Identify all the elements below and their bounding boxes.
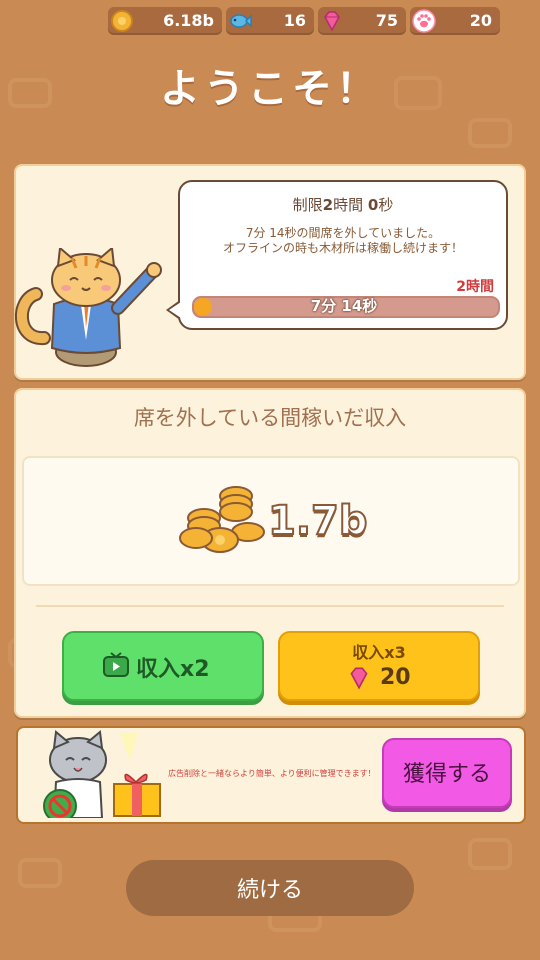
fish-counter[interactable]: 16 [226,7,314,35]
double-income-button[interactable]: 収入x2 [62,631,264,701]
fish-value: 16 [283,11,306,30]
page-title: ようこそ！ [160,66,380,112]
away-duration-text: 7分 14秒の間席を外していました。 [245,226,441,240]
offline-message: 7分 14秒の間席を外していました。 オフラインの時も木材所は稼働し続けます！ [180,226,506,256]
earnings-amount: 1.7b [267,497,368,545]
coin-value: 6.18b [163,11,214,30]
earnings-heading: 席を外している間稼いだ収入 [133,406,407,430]
triple-income-cost: 20 [380,665,411,690]
elapsed-time-label: 7分 14秒 [310,297,378,315]
obtain-button[interactable]: 獲得する [382,738,512,808]
coin-icon [111,10,133,32]
double-income-label: 収入x2 [136,657,210,682]
gem-counter[interactable]: 75 [318,7,406,35]
paw-value: 20 [469,11,492,30]
gem-icon [324,11,340,32]
continue-button[interactable]: 続ける [126,860,414,916]
divider [36,605,504,607]
cat-manager-illustration [15,248,162,367]
tv-ad-icon [103,652,129,677]
coin-counter[interactable]: 6.18b [108,7,222,35]
gem-icon [350,667,368,690]
gem-value: 75 [375,11,398,30]
offline-limit: 制限2時間 0秒 [292,196,394,214]
paw-icon [412,9,436,33]
obtain-label: 獲得する [402,762,491,787]
coin-stack-icon [179,486,265,553]
remove-ads-text: 広告削除と一緒ならより簡単、より便利に管理できます！ [168,769,376,778]
mill-working-text: オフラインの時も木材所は稼働し続けます！ [222,241,463,255]
speech-bubble-tail-fill [169,302,181,318]
speech-bubble: 制限2時間 0秒 7分 14秒の間席を外していました。 オフラインの時も木材所は… [178,180,508,330]
continue-label: 続ける [236,878,303,903]
triple-income-label: 収入x3 [352,643,406,662]
max-duration-label: 2時間 [456,279,494,295]
paw-counter[interactable]: 20 [410,7,500,35]
cat-gift-illustration [43,730,161,818]
triple-income-button[interactable]: 収入x3 20 [278,631,480,701]
fish-icon [230,14,252,28]
